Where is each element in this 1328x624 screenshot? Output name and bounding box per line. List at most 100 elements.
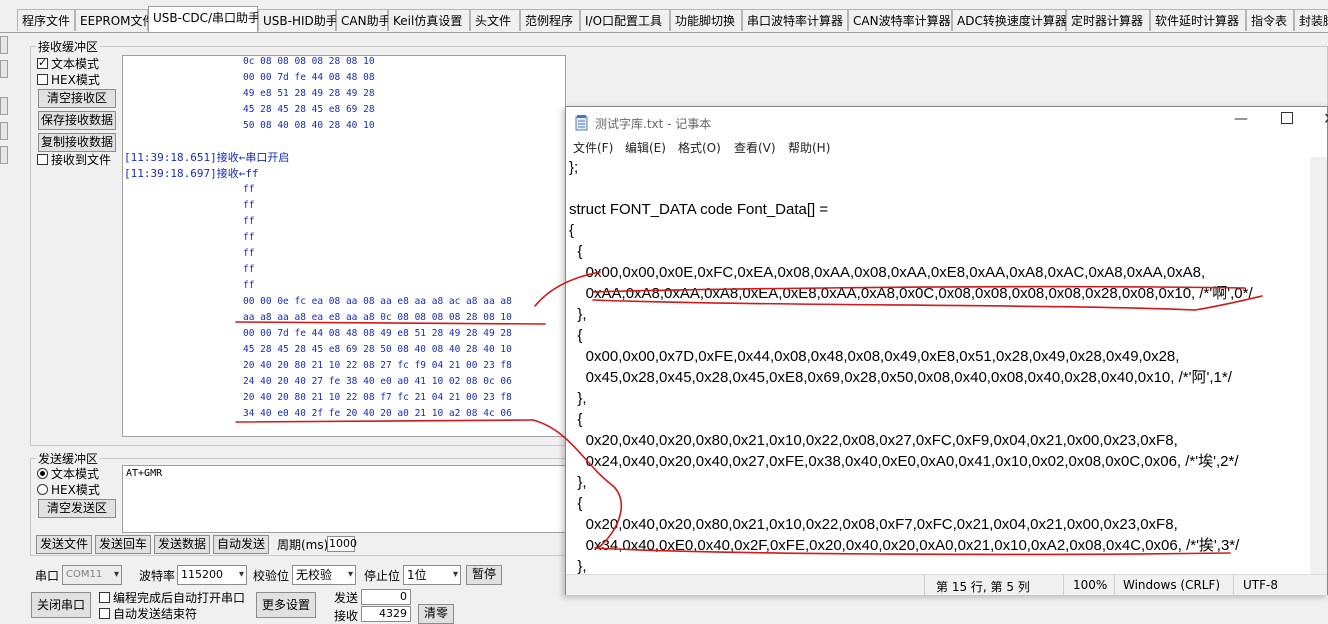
menu-edit[interactable]: 编辑(E) <box>625 139 666 156</box>
recv-count-label: 接收 <box>334 609 359 623</box>
notepad-window[interactable]: 测试字库.txt - 记事本 — ✕ 文件(F) 编辑(E) 格式(O) 查看(… <box>565 106 1328 595</box>
menu-help[interactable]: 帮助(H) <box>788 139 830 156</box>
text-line: 0x20,0x40,0x20,0x80,0x21,0x10,0x22,0x08,… <box>569 516 1178 533</box>
send-data-button[interactable]: 发送数据 <box>154 535 210 554</box>
stop-bits-select[interactable]: 1位 ▾ <box>403 565 461 585</box>
more-settings-button[interactable]: 更多设置 <box>256 592 316 618</box>
text-line: { <box>569 222 575 239</box>
close-icon[interactable]: ✕ <box>1323 109 1328 128</box>
text-line: }, <box>569 558 587 574</box>
tab-usb-cdc-serial[interactable]: USB-CDC/串口助手 <box>148 6 260 32</box>
receive-text-mode-checkbox[interactable]: 文本模式 <box>37 56 99 71</box>
receive-line: 00 00 0e fc ea 08 aa 08 aa e8 aa a8 ac a… <box>243 296 512 307</box>
send-text-area[interactable]: AT+GMR <box>122 465 566 533</box>
period-input[interactable]: 1000 <box>327 536 357 552</box>
clear-receive-button[interactable]: 清空接收区 <box>38 89 116 108</box>
tab-adc-speed-calc[interactable]: ADC转换速度计算器 <box>952 9 1067 31</box>
tab-delay-calc[interactable]: 软件延时计算器 <box>1150 9 1246 31</box>
side-strip-button[interactable] <box>0 60 8 78</box>
side-strip-button[interactable] <box>0 97 8 115</box>
copy-receive-button[interactable]: 复制接收数据 <box>38 133 116 152</box>
tab-header-file[interactable]: 头文件 <box>470 9 520 31</box>
tab-pin-switch[interactable]: 功能脚切换 <box>670 9 742 31</box>
menu-file[interactable]: 文件(F) <box>573 139 613 156</box>
close-port-button[interactable]: 关闭串口 <box>31 592 91 618</box>
notepad-text-area[interactable]: }; struct FONT_DATA code Font_Data[] = {… <box>566 157 1311 574</box>
receive-line: 24 40 20 40 27 fe 38 40 e0 a0 41 10 02 0… <box>243 376 512 387</box>
text-line: { <box>569 495 583 512</box>
send-buffer-label: 发送缓冲区 <box>36 450 101 467</box>
tab-usb-hid[interactable]: USB-HID助手 <box>258 9 338 31</box>
receive-line: 49 e8 51 28 49 28 49 28 <box>243 88 375 99</box>
tab-can-baud-calc[interactable]: CAN波特率计算器 <box>848 9 952 31</box>
auto-send-button[interactable]: 自动发送 <box>213 535 269 554</box>
receive-line: aa a8 aa a8 ea e8 aa a8 0c 08 08 08 08 2… <box>243 312 512 323</box>
receive-line: 45 28 45 28 45 e8 69 28 50 08 40 08 40 2… <box>243 344 512 355</box>
checkbox-icon <box>37 154 48 165</box>
tab-examples[interactable]: 范例程序 <box>520 9 580 31</box>
tab-instruction-table[interactable]: 指令表 <box>1246 9 1294 31</box>
receive-line: ff <box>243 248 255 259</box>
tab-program-file[interactable]: 程序文件 <box>17 9 75 31</box>
text-line: }, <box>569 474 587 491</box>
tab-eeprom-file[interactable]: EEPROM文件 <box>75 9 155 31</box>
text-line: 0x00,0x00,0x0E,0xFC,0xEA,0x08,0xAA,0x08,… <box>569 264 1206 281</box>
radio-icon <box>37 468 48 479</box>
menu-format[interactable]: 格式(O) <box>678 139 721 156</box>
status-line-ending: Windows (CRLF) <box>1123 578 1221 592</box>
receive-hex-mode-checkbox[interactable]: HEX模式 <box>37 73 100 87</box>
receive-line: 00 00 7d fe 44 08 48 08 49 e8 51 28 49 2… <box>243 328 512 339</box>
tab-timer-calc[interactable]: 定时器计算器 <box>1066 9 1150 31</box>
send-enter-button[interactable]: 发送回车 <box>95 535 151 554</box>
receive-line: 0c 08 08 08 08 28 08 10 <box>243 56 375 67</box>
receive-line: ff <box>243 200 255 211</box>
pause-button[interactable]: 暂停 <box>466 565 502 585</box>
notepad-title-bar[interactable]: 测试字库.txt - 记事本 — ✕ <box>566 107 1328 137</box>
notepad-vertical-scrollbar[interactable] <box>1310 157 1327 574</box>
tab-uart-baud-calc[interactable]: 串口波特率计算器 <box>742 9 848 31</box>
notepad-icon <box>575 115 588 131</box>
notepad-status-bar: 第 15 行, 第 5 列 100% Windows (CRLF) UTF-8 <box>566 574 1327 595</box>
tab-bar: 程序文件 EEPROM文件 USB-CDC/串口助手 USB-HID助手 CAN… <box>0 0 1328 33</box>
port-select[interactable]: COM11 ▾ <box>62 565 122 585</box>
text-line: 0xAA,0xA8,0xAA,0xA8,0xEA,0xE8,0xAA,0xA8,… <box>569 285 1253 302</box>
receive-to-file-checkbox[interactable]: 接收到文件 <box>37 153 111 167</box>
tab-keil-sim[interactable]: Keil仿真设置 <box>388 9 470 31</box>
receive-line: ff <box>243 232 255 243</box>
receive-buffer-label: 接收缓冲区 <box>36 38 101 55</box>
port-label: 串口 <box>35 569 60 583</box>
auto-open-port-checkbox[interactable]: 编程完成后自动打开串口 <box>99 591 245 605</box>
send-file-button[interactable]: 发送文件 <box>36 535 92 554</box>
receive-line: 20 40 20 80 21 10 22 08 27 fc f9 04 21 0… <box>243 360 512 371</box>
receive-line: 00 00 7d fe 44 08 48 08 <box>243 72 375 83</box>
minimize-icon[interactable]: — <box>1234 111 1248 127</box>
receive-log-line: [11:39:18.697]接收←ff <box>124 167 259 180</box>
receive-line: 45 28 45 28 45 e8 69 28 <box>243 104 375 115</box>
chevron-down-icon: ▾ <box>452 569 458 580</box>
send-text-mode-radio[interactable]: 文本模式 <box>37 467 99 481</box>
send-hex-mode-radio[interactable]: HEX模式 <box>37 483 100 497</box>
baud-select[interactable]: 115200 ▾ <box>177 565 247 585</box>
side-strip-button[interactable] <box>0 122 8 140</box>
parity-select[interactable]: 无校验 ▾ <box>292 565 356 585</box>
maximize-icon[interactable] <box>1281 112 1293 124</box>
tab-can-helper[interactable]: CAN助手 <box>336 9 391 31</box>
text-line: }, <box>569 306 587 323</box>
receive-line: ff <box>243 280 255 291</box>
checkbox-icon <box>99 592 110 603</box>
receive-line: 50 08 40 08 40 28 40 10 <box>243 120 375 131</box>
side-strip-button[interactable] <box>0 146 8 164</box>
text-line: { <box>569 411 583 428</box>
baud-label: 波特率 <box>139 569 176 583</box>
status-zoom: 100% <box>1073 578 1108 592</box>
chevron-down-icon: ▾ <box>347 569 353 580</box>
chevron-down-icon: ▾ <box>113 569 119 580</box>
clear-count-button[interactable]: 清零 <box>418 604 454 624</box>
receive-text-area[interactable]: 0c 08 08 08 08 28 08 10 00 00 7d fe 44 0… <box>122 55 566 437</box>
side-strip-button[interactable] <box>0 36 8 54</box>
save-receive-button[interactable]: 保存接收数据 <box>38 111 116 130</box>
menu-view[interactable]: 查看(V) <box>734 139 776 156</box>
clear-send-button[interactable]: 清空发送区 <box>38 499 116 518</box>
tab-package[interactable]: 封装脚 <box>1294 9 1328 31</box>
tab-io-config[interactable]: I/O口配置工具 <box>580 9 670 31</box>
